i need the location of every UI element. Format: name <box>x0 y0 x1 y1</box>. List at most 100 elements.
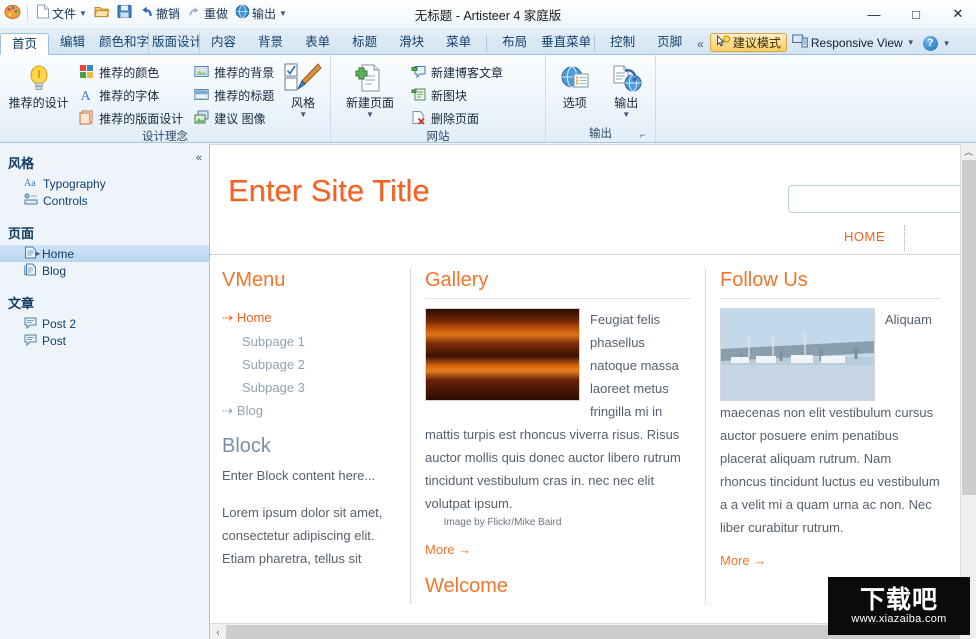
suggest-colors-button[interactable]: 推荐的颜色 <box>76 62 186 83</box>
suggest-design-label: 推荐的设计 <box>9 96 69 110</box>
watermark-title: 下载吧 <box>860 587 938 613</box>
delete-page-button[interactable]: 删除页面 <box>408 108 506 129</box>
ribbon-group-design-ideas: 推荐的设计 推荐的颜色 A <box>0 55 330 142</box>
tab-forms[interactable]: 表单 <box>294 32 341 54</box>
sidebar-item-label: Blog <box>42 264 66 278</box>
suggest-image-icon <box>194 110 209 128</box>
block-placeholder-text[interactable]: Enter Block content here... <box>222 464 396 487</box>
blog-page-icon <box>24 263 37 279</box>
sidebar-item-controls[interactable]: Controls <box>0 192 209 209</box>
help-icon[interactable]: ? <box>923 36 938 51</box>
post-icon <box>24 333 37 349</box>
vmenu-item-label: Home <box>237 310 272 325</box>
tab-content[interactable]: 内容 <box>200 32 247 54</box>
chevron-down-icon[interactable]: ▼ <box>299 110 307 119</box>
column-vmenu: VMenu ⇢Home Subpage 1 Subpage 2 Subpage … <box>210 269 410 604</box>
tab-header[interactable]: 标题 <box>341 32 388 54</box>
vmenu-item-subpage-3[interactable]: Subpage 3 <box>222 376 396 399</box>
vmenu-item-subpage-2[interactable]: Subpage 2 <box>222 353 396 376</box>
sidebar-collapse-button[interactable]: « <box>196 152 202 164</box>
tab-vertical-menu[interactable]: 垂直菜单 <box>538 32 590 54</box>
font-a-icon: A <box>79 87 94 105</box>
tab-menu[interactable]: 菜单 <box>435 32 482 54</box>
page-icon <box>24 246 37 262</box>
new-page-button[interactable]: 新建页面 ▼ <box>337 58 403 119</box>
vmenu-item-blog[interactable]: ⇢Blog <box>222 399 396 423</box>
sidebar-item-label: Post 2 <box>42 317 76 331</box>
options-globe-icon <box>559 62 591 96</box>
gallery-more-link[interactable]: More → <box>425 542 471 557</box>
header-banner-icon <box>194 87 209 105</box>
design-ideas-group-title: 设计理念 <box>6 129 324 145</box>
tab-controls[interactable]: 控制 <box>599 32 646 54</box>
close-button[interactable]: ✕ <box>946 3 970 25</box>
delete-page-icon <box>411 110 426 128</box>
website-actions: 新建博客文章 新图块 <box>408 58 506 129</box>
maximize-button[interactable]: □ <box>904 3 928 25</box>
tab-background[interactable]: 背景 <box>247 32 294 54</box>
new-block-button[interactable]: 新图块 <box>408 85 506 106</box>
suggest-design-button[interactable]: 推荐的设计 <box>6 58 71 110</box>
suggest-background-button[interactable]: 推荐的背景 <box>191 62 277 83</box>
follow-image[interactable] <box>720 308 875 401</box>
scroll-up-button[interactable]: ︿ <box>961 144 976 160</box>
typography-aa-icon: Aa <box>24 176 38 191</box>
chevron-down-icon[interactable]: ▼ <box>907 38 915 47</box>
style-button[interactable]: 风格 ▼ <box>282 58 324 119</box>
responsive-view-button[interactable]: Responsive View ▼ <box>792 34 915 51</box>
sidebar-item-post[interactable]: Post <box>0 332 209 349</box>
gallery-image[interactable] <box>425 308 580 401</box>
chevron-down-icon[interactable]: ▼ <box>366 110 374 119</box>
preview-canvas-area: Enter Site Title HOME VMenu ⇢ <box>210 144 976 639</box>
application-window: 文件 ▼ <box>0 0 976 639</box>
new-blog-post-button[interactable]: 新建博客文章 <box>408 62 506 83</box>
arrow-right-icon: ⇢ <box>222 310 233 325</box>
welcome-heading: Welcome <box>425 575 691 598</box>
sidebar-item-label: Post <box>42 334 66 348</box>
vertical-scroll-thumb[interactable] <box>962 160 976 495</box>
sidebar-item-typography[interactable]: Aa Typography <box>0 175 209 192</box>
lightbulb-icon <box>26 62 52 96</box>
block-body-text[interactable]: Lorem ipsum dolor sit amet, consectetur … <box>222 501 396 570</box>
vertical-scrollbar[interactable]: ︿ <box>960 144 976 623</box>
sidebar-item-post-2[interactable]: Post 2 <box>0 315 209 332</box>
minimize-button[interactable]: — <box>862 3 886 25</box>
chevron-down-icon[interactable]: ▼ <box>943 39 951 48</box>
tab-layout-design[interactable]: 版面设计 <box>148 32 200 54</box>
sidebar-section-style: 风格 <box>0 148 209 175</box>
cursor-bulb-icon <box>716 35 730 51</box>
tab-footer[interactable]: 页脚 <box>646 32 693 54</box>
search-input[interactable] <box>788 185 960 213</box>
tab-slider[interactable]: 滑块 <box>388 32 435 54</box>
suggest-image-button[interactable]: 建议 图像 <box>191 108 277 129</box>
ribbon-group-website: 新建页面 ▼ 新建博客文章 <box>330 55 545 142</box>
export-options-button[interactable]: 选项 <box>552 58 598 110</box>
new-blog-post-label: 新建博客文章 <box>431 64 503 81</box>
design-ideas-col-1: 推荐的颜色 A 推荐的字体 <box>76 58 186 129</box>
suggest-fonts-button[interactable]: A 推荐的字体 <box>76 85 186 106</box>
dialog-launcher-button[interactable]: ⌐ <box>640 130 651 141</box>
nav-link-home[interactable]: HOME <box>844 229 885 244</box>
scroll-left-button[interactable]: ‹ <box>210 624 226 639</box>
sidebar-item-label: Typography <box>43 177 106 191</box>
tab-colors-fonts[interactable]: 颜色和字体 <box>96 32 148 54</box>
suggest-header-button[interactable]: 推荐的标题 <box>191 85 277 106</box>
follow-more-link[interactable]: More → <box>720 553 766 568</box>
ribbon-tab-strip: 首页 编辑 颜色和字体 版面设计 内容 背景 表单 标题 滑块 菜单 布局 垂直… <box>0 28 976 55</box>
vmenu-item-home[interactable]: ⇢ Home <box>222 306 396 330</box>
export-button[interactable]: 输出 ▼ <box>604 58 650 119</box>
new-page-icon <box>355 62 385 96</box>
tab-edit[interactable]: 编辑 <box>49 32 96 54</box>
vmenu-item-subpage-1[interactable]: Subpage 1 <box>222 330 396 353</box>
suggest-layout-button[interactable]: 推荐的版面设计 <box>76 108 186 129</box>
suggest-mode-button[interactable]: 建议模式 <box>710 33 787 52</box>
brush-icon <box>284 62 322 96</box>
chevron-down-icon[interactable]: ▼ <box>622 110 630 119</box>
tab-layout[interactable]: 布局 <box>491 32 538 54</box>
block-heading: Block <box>222 435 396 458</box>
vmenu-item-label: Blog <box>237 403 263 418</box>
tab-home[interactable]: 首页 <box>0 33 49 55</box>
sidebar-item-blog[interactable]: Blog <box>0 262 209 279</box>
tab-overflow-button[interactable]: « <box>693 37 710 54</box>
sidebar-item-home[interactable]: ▶ Home <box>0 245 209 262</box>
